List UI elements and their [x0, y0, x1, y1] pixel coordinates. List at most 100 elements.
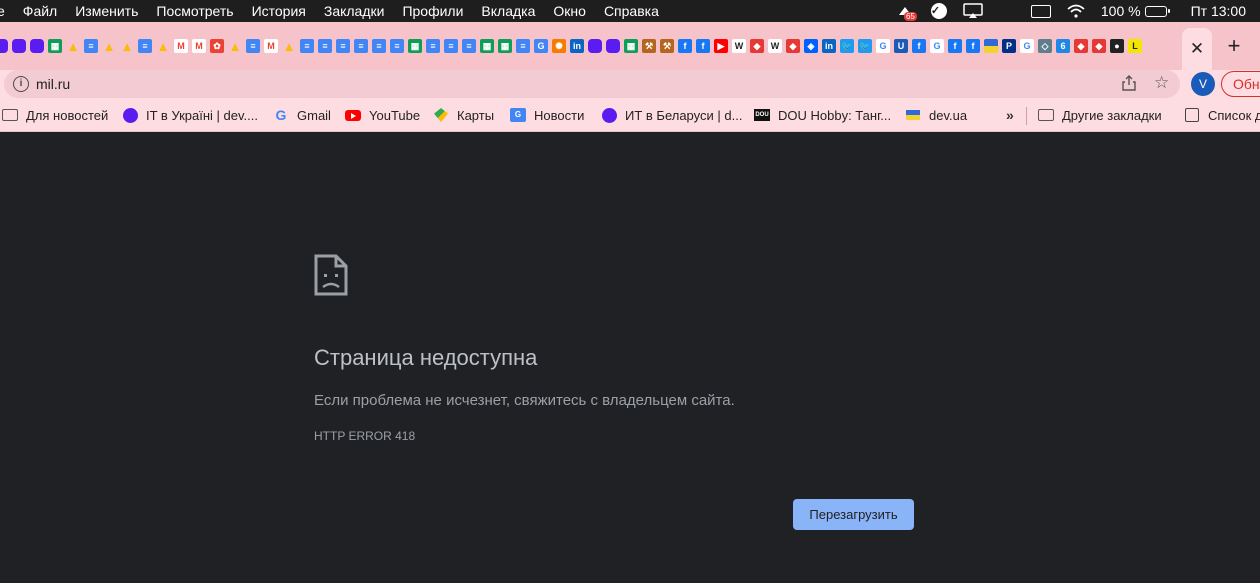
reload-button[interactable]: Перезагрузить — [793, 499, 914, 530]
close-tab-icon[interactable]: ✕ — [1190, 39, 1204, 59]
tab-google-sheets[interactable]: ▦ — [622, 35, 640, 57]
keyboard-icon[interactable] — [1030, 4, 1051, 18]
menu-window[interactable]: Окно — [544, 0, 595, 22]
tab-ukraine-square[interactable] — [982, 35, 1000, 57]
site-info-icon[interactable]: i — [13, 76, 29, 92]
tab-google-sheets[interactable]: ▦ — [46, 35, 64, 57]
tab-shield-grey[interactable]: ◇ — [1036, 35, 1054, 57]
url-text[interactable]: mil.ru — [36, 76, 70, 92]
menu-bookmarks[interactable]: Закладки — [315, 0, 394, 22]
bookmark-gmail[interactable]: G Gmail — [273, 107, 331, 123]
tab-google-docs[interactable]: ≡ — [514, 35, 532, 57]
checkmark-icon[interactable]: ✓ — [930, 3, 947, 19]
wifi-icon[interactable] — [1067, 4, 1085, 18]
tab-google-docs[interactable]: ≡ — [82, 35, 100, 57]
new-tab-button[interactable]: + — [1222, 34, 1246, 58]
tab-red-shield[interactable]: ◆ — [1072, 35, 1090, 57]
tab-google-docs[interactable]: ≡ — [316, 35, 334, 57]
menu-history[interactable]: История — [243, 0, 315, 22]
tab-gmail[interactable]: M — [172, 35, 190, 57]
tab-twitter[interactable]: 🐦 — [856, 35, 874, 57]
menu-tab[interactable]: Вкладка — [472, 0, 544, 22]
active-tab[interactable]: ✕ — [1182, 28, 1212, 70]
tab-hexagon-purple[interactable] — [604, 35, 622, 57]
bookmark-maps[interactable]: Карты — [433, 107, 494, 123]
tab-paypal[interactable]: P — [1000, 35, 1018, 57]
tab-dropbox[interactable]: ◈ — [802, 35, 820, 57]
reading-list[interactable]: Список для чтения — [1184, 107, 1260, 123]
tab-red-shield[interactable]: ◆ — [748, 35, 766, 57]
more-bookmarks-chevron-icon[interactable]: » — [1006, 107, 1014, 123]
tab-blue-u[interactable]: U — [892, 35, 910, 57]
tab-gavel[interactable]: ⚒ — [658, 35, 676, 57]
tab-google-drive[interactable]: ▲ — [118, 35, 136, 57]
airplay-icon[interactable] — [963, 3, 983, 19]
tab-red-shield[interactable]: ◆ — [1090, 35, 1108, 57]
bookmark-news[interactable]: G Новости — [510, 107, 584, 123]
menu-edit[interactable]: Изменить — [66, 0, 147, 22]
tab-google-docs[interactable]: ≡ — [334, 35, 352, 57]
tab-red-shield[interactable]: ◆ — [784, 35, 802, 57]
tab-facebook[interactable]: f — [946, 35, 964, 57]
bookmark-it-ukraine[interactable]: IT в Україні | dev.... — [122, 107, 258, 123]
clock[interactable]: Пт 13:00 — [1191, 3, 1246, 19]
tab-google-translate[interactable]: G — [532, 35, 550, 57]
tab-youtube[interactable]: ▶ — [712, 35, 730, 57]
tab-google-drive[interactable]: ▲ — [100, 35, 118, 57]
bookmark-dou-hobby[interactable]: DOU DOU Hobby: Танг... — [754, 107, 891, 123]
tab-google-drive[interactable]: ▲ — [154, 35, 172, 57]
tab-google-sheets[interactable]: ▦ — [406, 35, 424, 57]
tab-hexagon-purple[interactable] — [586, 35, 604, 57]
share-icon[interactable] — [1122, 75, 1136, 95]
tab-facebook[interactable]: f — [910, 35, 928, 57]
tab-google-docs[interactable]: ≡ — [244, 35, 262, 57]
profile-avatar[interactable]: V — [1191, 72, 1215, 96]
bookmark-folder-news[interactable]: Для новостей — [2, 107, 108, 123]
other-bookmarks-folder[interactable]: Другие закладки — [1038, 107, 1162, 123]
bookmark-youtube[interactable]: YouTube — [345, 107, 420, 123]
menu-file[interactable]: Файл — [14, 0, 66, 22]
tab-hexagon-purple[interactable] — [28, 35, 46, 57]
tab-facebook[interactable]: f — [964, 35, 982, 57]
notification-app-icon[interactable]: 65 — [897, 3, 917, 21]
tab-hexagon-purple[interactable] — [0, 35, 10, 57]
tab-google-docs[interactable]: ≡ — [352, 35, 370, 57]
tab-google[interactable]: G — [1018, 35, 1036, 57]
tab-wikipedia[interactable]: W — [730, 35, 748, 57]
tab-settings-orange[interactable]: ✺ — [550, 35, 568, 57]
menu-view[interactable]: Посмотреть — [147, 0, 242, 22]
update-button[interactable]: Обновить — [1221, 71, 1260, 97]
tab-gavel[interactable]: ⚒ — [640, 35, 658, 57]
tab-yellow-l[interactable]: L — [1126, 35, 1144, 57]
tab-facebook[interactable]: f — [676, 35, 694, 57]
tab-linkedin[interactable]: in — [568, 35, 586, 57]
tab-google-drive[interactable]: ▲ — [280, 35, 298, 57]
tab-google-drive[interactable]: ▲ — [226, 35, 244, 57]
tab-google[interactable]: G — [874, 35, 892, 57]
tab-google-docs[interactable]: ≡ — [424, 35, 442, 57]
tab-google-docs[interactable]: ≡ — [370, 35, 388, 57]
tab-six[interactable]: 6 — [1054, 35, 1072, 57]
address-bar[interactable]: i mil.ru ☆ — [4, 70, 1180, 98]
menu-help[interactable]: Справка — [595, 0, 668, 22]
bookmark-it-belarus[interactable]: ИТ в Беларуси | d... — [601, 107, 742, 123]
tab-google-sheets[interactable]: ▦ — [496, 35, 514, 57]
tab-hexagon-purple[interactable] — [10, 35, 28, 57]
tab-gmail[interactable]: M — [262, 35, 280, 57]
tab-twitter[interactable]: 🐦 — [838, 35, 856, 57]
tab-google-docs[interactable]: ≡ — [298, 35, 316, 57]
tab-google-photos[interactable]: ✿ — [208, 35, 226, 57]
menu-profiles[interactable]: Профили — [393, 0, 472, 22]
tab-wikipedia[interactable]: W — [766, 35, 784, 57]
tab-google-docs[interactable]: ≡ — [442, 35, 460, 57]
tab-facebook[interactable]: f — [694, 35, 712, 57]
tab-black-circle[interactable]: ● — [1108, 35, 1126, 57]
tab-google-docs[interactable]: ≡ — [460, 35, 478, 57]
battery-status[interactable]: 100 % — [1101, 3, 1170, 19]
tab-linkedin[interactable]: in — [820, 35, 838, 57]
bookmark-dev-ua[interactable]: dev.ua — [905, 107, 967, 123]
tab-google-drive[interactable]: ▲ — [64, 35, 82, 57]
tab-google-docs[interactable]: ≡ — [136, 35, 154, 57]
tab-google-docs[interactable]: ≡ — [388, 35, 406, 57]
tab-gmail[interactable]: M — [190, 35, 208, 57]
